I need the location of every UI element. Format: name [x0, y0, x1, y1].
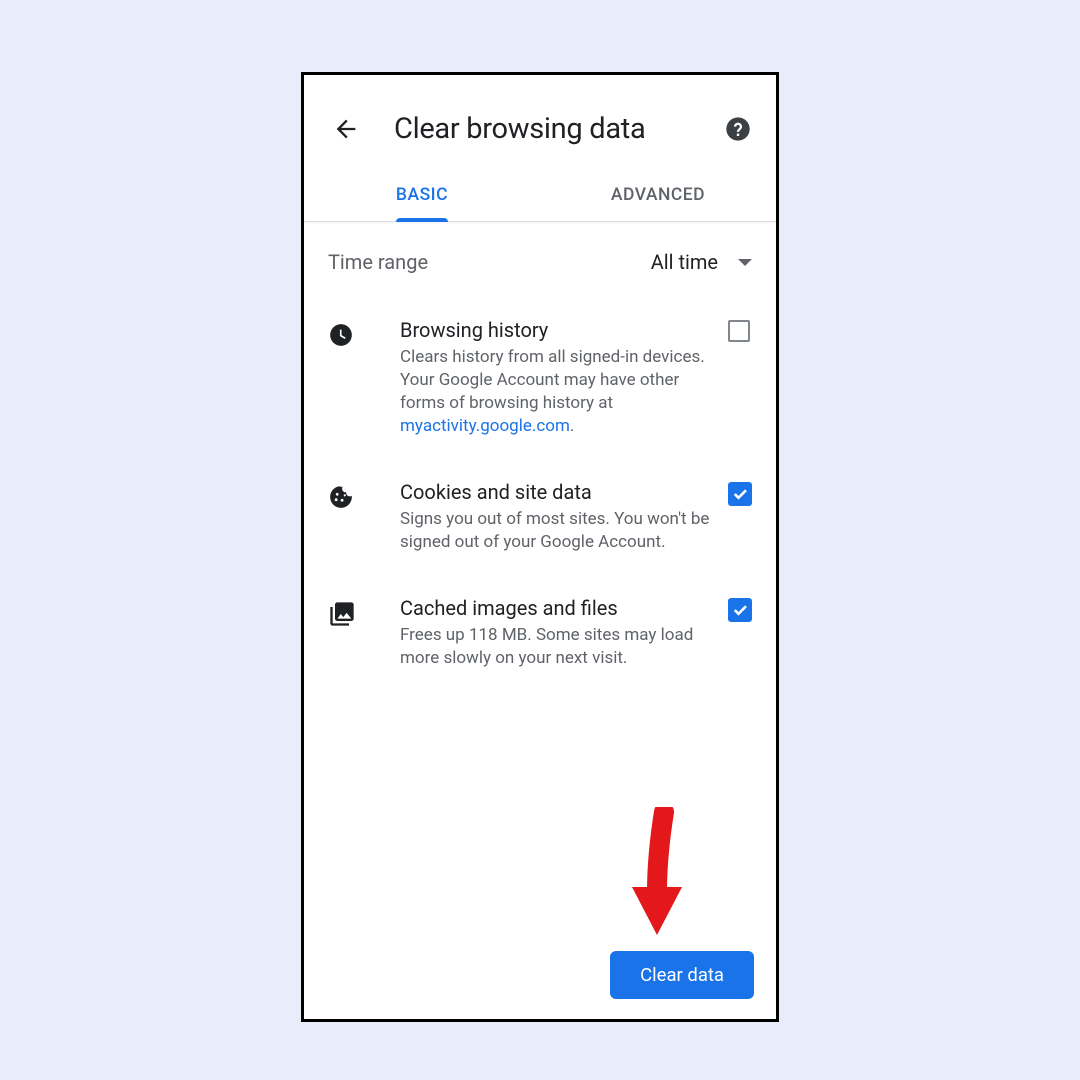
clock-icon	[328, 322, 356, 352]
clear-data-button[interactable]: Clear data	[610, 951, 754, 999]
option-title: Cookies and site data	[400, 480, 710, 504]
tab-advanced[interactable]: ADVANCED	[540, 171, 776, 221]
images-icon	[328, 600, 356, 632]
time-range-value: All time	[651, 250, 718, 274]
dialog-title: Clear browsing data	[394, 112, 724, 146]
clear-browsing-data-dialog: Clear browsing data BASIC ADVANCED Time …	[301, 72, 779, 1022]
time-range-select[interactable]: All time	[651, 250, 752, 274]
option-description: Signs you out of most sites. You won't b…	[400, 508, 710, 554]
red-arrow-annotation	[624, 807, 704, 947]
option-body: Browsing history Clears history from all…	[356, 318, 728, 438]
checkbox-checked-icon	[728, 598, 752, 622]
arrow-back-icon	[332, 115, 360, 143]
help-icon	[724, 115, 752, 143]
checkbox-checked-icon	[728, 482, 752, 506]
option-description: Frees up 118 MB. Some sites may load mor…	[400, 624, 710, 670]
myactivity-link[interactable]: myactivity.google.com	[400, 416, 570, 436]
option-description: Clears history from all signed-in device…	[400, 346, 710, 438]
option-browsing-history[interactable]: Browsing history Clears history from all…	[304, 294, 776, 456]
option-body: Cookies and site data Signs you out of m…	[356, 480, 728, 554]
checkbox-cookies[interactable]	[728, 482, 752, 506]
option-cached[interactable]: Cached images and files Frees up 118 MB.…	[304, 572, 776, 688]
option-body: Cached images and files Frees up 118 MB.…	[356, 596, 728, 670]
time-range-row: Time range All time	[304, 222, 776, 294]
dialog-header: Clear browsing data	[304, 75, 776, 171]
chevron-down-icon	[738, 259, 752, 266]
tab-basic[interactable]: BASIC	[304, 171, 540, 221]
option-cookies[interactable]: Cookies and site data Signs you out of m…	[304, 456, 776, 572]
checkbox-browsing-history[interactable]	[728, 320, 752, 344]
checkbox-cached[interactable]	[728, 598, 752, 622]
time-range-label: Time range	[328, 250, 428, 274]
dialog-footer: Clear data	[610, 951, 754, 999]
option-title: Browsing history	[400, 318, 710, 342]
tab-bar: BASIC ADVANCED	[304, 171, 776, 222]
help-button[interactable]	[724, 115, 752, 143]
back-button[interactable]	[328, 111, 364, 147]
cookie-icon	[328, 484, 356, 514]
option-title: Cached images and files	[400, 596, 710, 620]
checkbox-unchecked-icon	[728, 320, 750, 342]
